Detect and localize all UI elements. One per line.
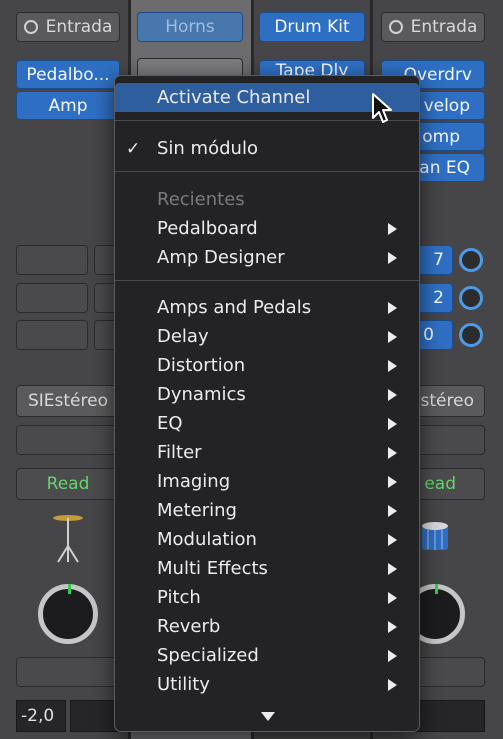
menu-item-label: Amp Designer	[157, 247, 285, 268]
menu-item-label: Pedalboard	[157, 218, 258, 239]
send-slot[interactable]	[16, 245, 88, 275]
output-button[interactable]: SIEstéreo	[16, 385, 120, 417]
menu-item-label: Dynamics	[157, 384, 246, 405]
cymbal-icon	[53, 515, 83, 563]
menu-item-label: Specialized	[157, 645, 259, 666]
send-slot[interactable]	[16, 283, 88, 313]
send-slot[interactable]	[16, 320, 88, 350]
channel-name-drum-kit[interactable]: Drum Kit	[259, 12, 365, 42]
peak-readout[interactable]	[70, 700, 120, 732]
menu-item-label: Activate Channel	[157, 87, 311, 108]
menu-item-label: Imaging	[157, 471, 231, 492]
menu-item-label: Distortion	[157, 355, 246, 376]
pan-knob[interactable]	[38, 584, 98, 644]
menu-item-no-module[interactable]: ✓ Sin módulo	[115, 134, 419, 163]
menu-separator	[115, 171, 419, 172]
volume-readout[interactable]: -2,0	[16, 700, 66, 732]
menu-item-pedalboard[interactable]: Pedalboard	[115, 214, 419, 243]
menu-item-category[interactable]: Filter	[115, 438, 419, 467]
menu-item-label: Amps and Pedals	[157, 297, 312, 318]
submenu-arrow-icon	[388, 418, 397, 430]
input-label: Entrada	[45, 17, 113, 37]
menu-item-category[interactable]: EQ	[115, 409, 419, 438]
scroll-down-icon[interactable]	[261, 712, 275, 721]
menu-item-category[interactable]: Dynamics	[115, 380, 419, 409]
menu-item-amp-designer[interactable]: Amp Designer	[115, 243, 419, 272]
send-level-knob[interactable]	[459, 323, 483, 347]
submenu-arrow-icon	[388, 679, 397, 691]
menu-item-label: Utility	[157, 674, 210, 695]
submenu-arrow-icon	[388, 563, 397, 575]
submenu-arrow-icon	[388, 389, 397, 401]
menu-item-category[interactable]: Reverb	[115, 612, 419, 641]
submenu-arrow-icon	[388, 592, 397, 604]
menu-item-category[interactable]: Delay	[115, 322, 419, 351]
fader-area[interactable]	[16, 657, 120, 687]
submenu-arrow-icon	[388, 360, 397, 372]
menu-item-category[interactable]: Utility	[115, 670, 419, 699]
menu-item-category[interactable]: Imaging	[115, 467, 419, 496]
menu-item-label: Delay	[157, 326, 209, 347]
submenu-arrow-icon	[388, 621, 397, 633]
send-level-knob[interactable]	[459, 286, 483, 310]
submenu-arrow-icon	[388, 476, 397, 488]
menu-item-label: Modulation	[157, 529, 257, 550]
menu-item-label: Pitch	[157, 587, 201, 608]
menu-item-category[interactable]: Multi Effects	[115, 554, 419, 583]
group-slot[interactable]	[16, 425, 120, 455]
submenu-arrow-icon	[388, 447, 397, 459]
menu-separator	[115, 280, 419, 281]
menu-item-label: Metering	[157, 500, 237, 521]
submenu-arrow-icon	[388, 650, 397, 662]
menu-item-category[interactable]: Metering	[115, 496, 419, 525]
plugin-menu: Activate Channel ✓ Sin módulo Recientes …	[114, 75, 420, 732]
menu-header-recent: Recientes	[115, 185, 419, 214]
submenu-arrow-icon	[388, 223, 397, 235]
plugin-slot-amp[interactable]: Amp	[16, 91, 120, 120]
menu-item-label: Reverb	[157, 616, 221, 637]
submenu-arrow-icon	[388, 331, 397, 343]
menu-item-label: Filter	[157, 442, 202, 463]
menu-item-label: EQ	[157, 413, 183, 434]
channel-name-horns[interactable]: Horns	[137, 12, 243, 42]
menu-item-category[interactable]: Distortion	[115, 351, 419, 380]
menu-item-label: Sin módulo	[157, 138, 258, 159]
menu-header-label: Recientes	[157, 189, 245, 210]
menu-item-label: Multi Effects	[157, 558, 268, 579]
menu-item-category[interactable]: Amps and Pedals	[115, 293, 419, 322]
input-label-right: Entrada	[410, 17, 478, 37]
input-button-right[interactable]: Entrada	[381, 12, 485, 42]
menu-item-category[interactable]: Modulation	[115, 525, 419, 554]
plugin-slot-pedalboard[interactable]: Pedalbo...	[16, 60, 120, 89]
submenu-arrow-icon	[388, 302, 397, 314]
submenu-arrow-icon	[388, 252, 397, 264]
menu-item-category[interactable]: Specialized	[115, 641, 419, 670]
input-circle-icon	[23, 20, 38, 34]
submenu-arrow-icon	[388, 534, 397, 546]
submenu-arrow-icon	[388, 505, 397, 517]
automation-read-button[interactable]: Read	[16, 468, 120, 500]
drum-icon	[422, 522, 448, 550]
mouse-pointer-icon	[372, 93, 392, 123]
send-level-knob[interactable]	[459, 248, 483, 272]
checkmark-icon: ✓	[126, 139, 141, 159]
input-button[interactable]: Entrada	[16, 12, 120, 42]
menu-item-category[interactable]: Pitch	[115, 583, 419, 612]
input-circle-icon	[388, 20, 403, 34]
